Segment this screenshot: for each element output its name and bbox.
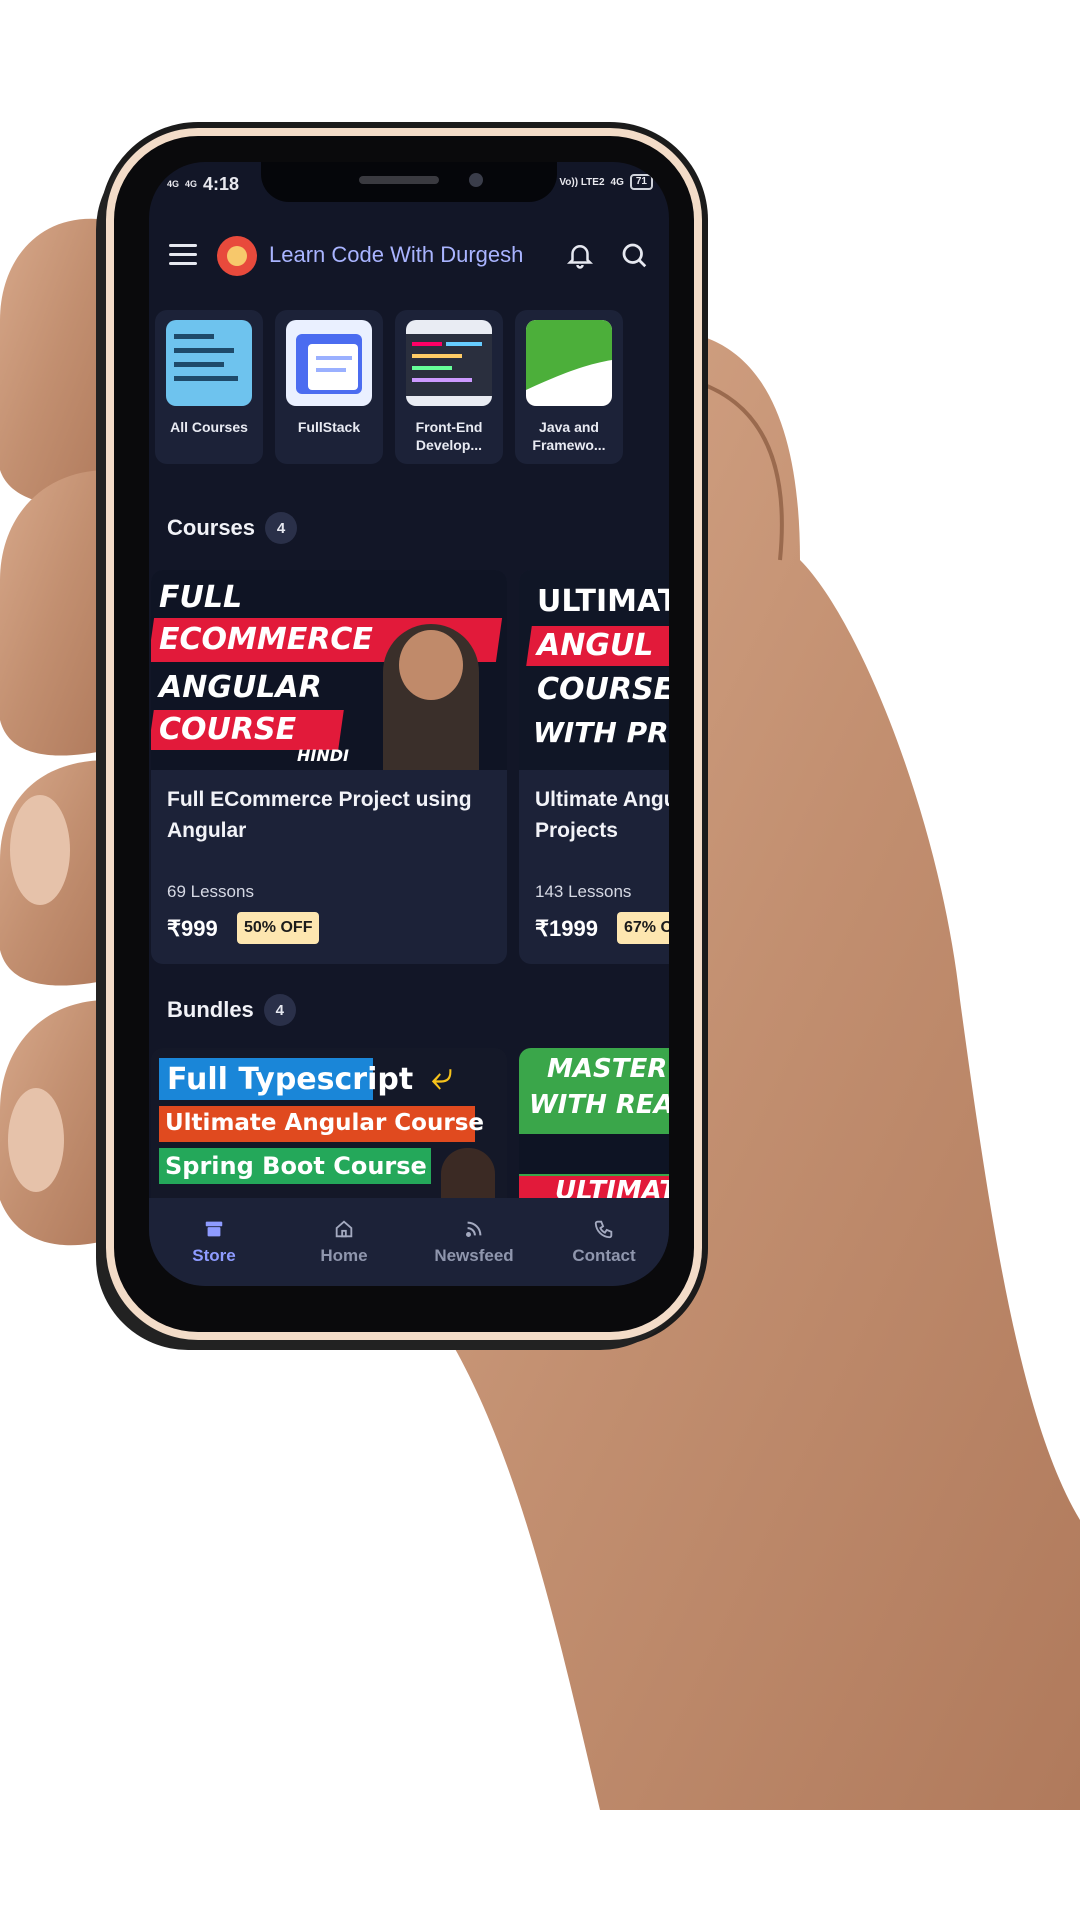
course-title: Ultimate Angular Course with Projects xyxy=(535,788,669,842)
category-front-end[interactable]: Front-End Develop... xyxy=(395,310,503,464)
network-label: 4G xyxy=(610,176,624,188)
thumbnail-text: ULTIMAT xyxy=(537,584,669,619)
category-label: FullStack xyxy=(297,419,361,435)
course-thumbnail: FULL ECOMMERCE ANGULAR COURSE HINDI xyxy=(151,570,507,770)
menu-icon[interactable] xyxy=(169,244,197,266)
clock: 4:18 xyxy=(203,174,240,194)
course-list: FULL ECOMMERCE ANGULAR COURSE HINDI Full… xyxy=(151,570,669,964)
thumbnail-text: ECOMMERCE xyxy=(159,622,373,657)
signal-icon-2: 4G xyxy=(185,179,198,189)
bottom-navigation: Store Home Newsfeed Contact xyxy=(149,1198,669,1286)
app-screen: 4G 4G 4:18 Vo)) LTE2 4G 71 Learn Code Wi… xyxy=(149,162,669,1286)
category-thumbnail xyxy=(406,320,492,406)
thumbnail-text: Ultimate Angular Course xyxy=(165,1110,484,1136)
category-thumbnail xyxy=(286,320,372,406)
courses-section-header: Courses 4 xyxy=(167,512,298,544)
thumbnail-text: MASTER S xyxy=(547,1054,669,1084)
bundle-list: Full Typescript Ultimate Angular Course … xyxy=(151,1048,669,1208)
thumbnail-text: Full Typescript xyxy=(167,1062,414,1097)
nav-label: Newsfeed xyxy=(434,1246,514,1265)
bell-icon[interactable] xyxy=(565,240,595,270)
nav-newsfeed[interactable]: Newsfeed xyxy=(409,1198,539,1286)
course-card[interactable]: ULTIMAT ANGUL COURSE WITH PROJE Ultimate… xyxy=(519,570,669,964)
thumbnail-text: WITH PROJE xyxy=(533,716,669,749)
notch xyxy=(261,162,557,202)
thumbnail-text: ANGULAR xyxy=(159,670,322,705)
course-lessons: 69 Lessons xyxy=(167,882,254,901)
discount-badge: 67% OFF xyxy=(617,912,669,944)
course-thumbnail: ULTIMAT ANGUL COURSE WITH PROJE xyxy=(519,570,669,770)
thumbnail-text: HINDI xyxy=(297,746,349,765)
section-title: Courses xyxy=(167,515,256,540)
category-label: Front-End Develop... xyxy=(415,419,483,453)
thumbnail-text: COURSE xyxy=(537,672,669,707)
app-logo[interactable] xyxy=(217,236,257,276)
signal-icon: 4G xyxy=(167,179,180,189)
thumbnail-text: COURSE xyxy=(159,712,297,747)
course-title: Full ECommerce Project using Angular xyxy=(167,788,472,842)
thumbnail-text: ANGUL xyxy=(537,628,654,663)
volte-label: Vo)) LTE2 xyxy=(559,176,605,188)
battery-icon: 71 xyxy=(629,174,653,190)
bundle-card[interactable]: MASTER S WITH REAL ULTIMAT xyxy=(519,1048,669,1208)
app-title: Learn Code With Durgesh xyxy=(269,242,524,267)
course-price: ₹1999 xyxy=(535,916,598,941)
nav-home[interactable]: Home xyxy=(279,1198,409,1286)
section-count-badge: 4 xyxy=(265,512,298,544)
store-icon xyxy=(205,1221,223,1237)
category-fullstack[interactable]: FullStack xyxy=(275,310,383,464)
category-all-courses[interactable]: All Courses xyxy=(155,310,263,464)
phone-icon xyxy=(594,1220,613,1239)
nav-label: Contact xyxy=(572,1246,636,1265)
section-count-badge: 4 xyxy=(263,994,296,1026)
section-title: Bundles xyxy=(167,997,254,1022)
nav-label: Home xyxy=(320,1246,368,1265)
nav-contact[interactable]: Contact xyxy=(539,1198,669,1286)
rss-icon xyxy=(466,1221,482,1237)
thumbnail-text: WITH REAL xyxy=(529,1090,669,1120)
course-price: ₹999 xyxy=(167,916,218,941)
bundle-card[interactable]: Full Typescript Ultimate Angular Course … xyxy=(151,1048,507,1208)
home-icon xyxy=(335,1220,353,1238)
discount-badge: 50% OFF xyxy=(237,912,320,944)
course-card[interactable]: FULL ECOMMERCE ANGULAR COURSE HINDI Full… xyxy=(151,570,507,964)
thumbnail-text: Spring Boot Course xyxy=(165,1152,427,1180)
category-java[interactable]: Java and Framewo... xyxy=(515,310,623,464)
search-icon[interactable] xyxy=(619,240,649,270)
category-list: All Courses FullStack Front-End Develop.… xyxy=(155,310,623,464)
arrow-icon: ⤶ xyxy=(431,1054,454,1098)
bundles-section-header: Bundles 4 xyxy=(167,994,296,1026)
nav-label: Store xyxy=(192,1246,236,1265)
nav-store[interactable]: Store xyxy=(149,1198,279,1286)
app-header: Learn Code With Durgesh xyxy=(149,222,669,288)
category-label: Java and Framewo... xyxy=(532,419,606,453)
category-thumbnail xyxy=(166,320,252,406)
thumbnail-text: FULL xyxy=(159,580,243,615)
category-label: All Courses xyxy=(170,419,248,435)
course-lessons: 143 Lessons xyxy=(535,882,632,901)
category-thumbnail xyxy=(526,320,612,406)
